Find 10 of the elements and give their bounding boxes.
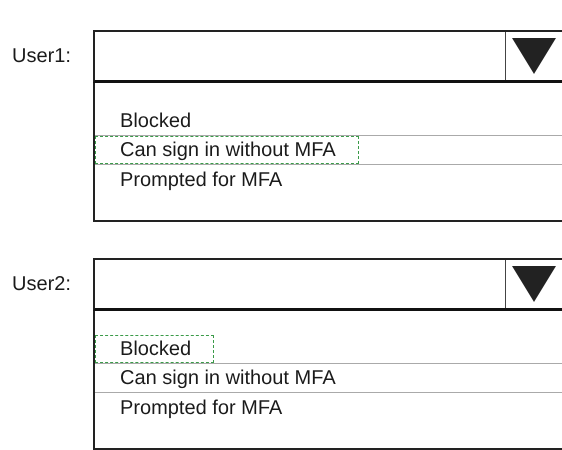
dropdown-option[interactable]: Can sign in without MFA (95, 364, 359, 392)
dropdown-option[interactable]: Blocked (95, 335, 214, 363)
field-label: User2: (12, 273, 71, 295)
caret-icon (512, 38, 556, 74)
dropdown-option[interactable]: Blocked (95, 107, 214, 135)
dropdown-option[interactable]: Prompted for MFA (95, 394, 306, 422)
field-label: User1: (12, 45, 71, 67)
dropdown-option[interactable]: Can sign in without MFA (95, 136, 359, 164)
dropdown-option[interactable]: Prompted for MFA (95, 166, 306, 194)
caret-icon (512, 266, 556, 302)
